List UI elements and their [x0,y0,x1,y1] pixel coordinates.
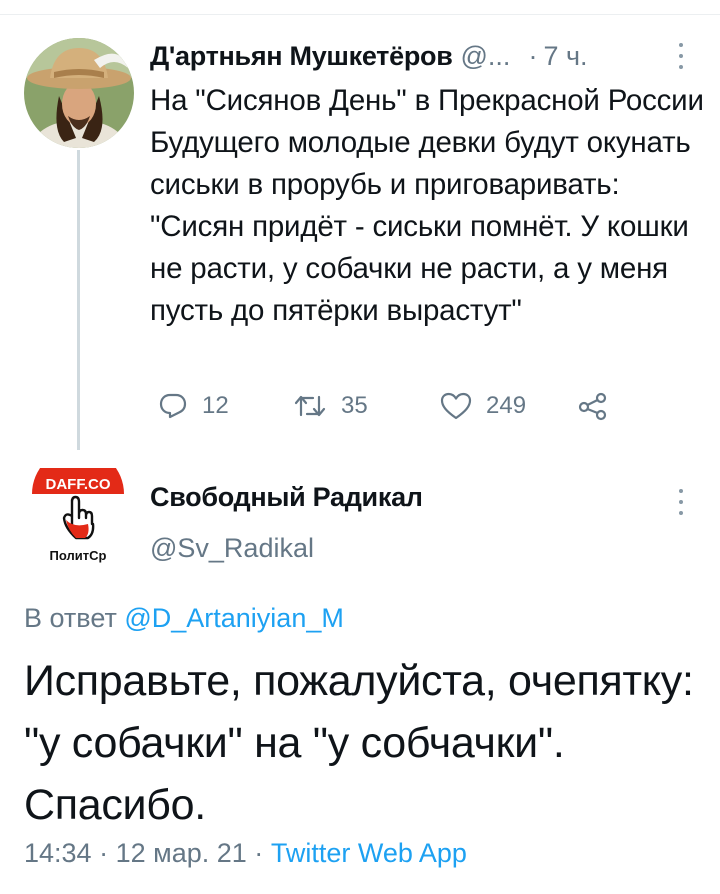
reply-button[interactable]: 12 [158,386,229,426]
retweet-count: 35 [341,392,368,419]
source-link[interactable]: Twitter Web App [271,838,467,868]
like-button[interactable]: 249 [440,386,526,426]
retweet-icon [294,395,326,417]
reply-count: 12 [202,392,229,419]
author-handle[interactable]: @... [461,41,511,72]
author-handle[interactable]: @Sv_Radikal [150,533,314,564]
tweet-time[interactable]: 7 ч. [543,41,587,72]
tweet-meta: 14:34 · 12 мар. 21 · Twitter Web App [24,838,467,869]
more-vertical-icon[interactable] [674,41,688,71]
author-name[interactable]: Свободный Радикал [150,482,423,513]
reply-icon [159,393,187,419]
tweet-header: Д'артньян Мушкетёров @... · 7 ч. [150,36,690,76]
author-name[interactable]: Д'артньян Мушкетёров [150,41,453,72]
time-separator: · [528,40,538,71]
avatar[interactable] [24,38,134,148]
share-button[interactable] [578,386,608,426]
avatar[interactable]: DAFF.CO ПолитСр [30,448,126,564]
more-vertical-icon[interactable] [674,487,688,517]
reply-mention-link[interactable]: @D_Artaniyian_M [124,603,344,633]
share-icon [578,392,607,421]
reply-context: В ответ @D_Artaniyian_M [24,603,344,634]
meta-separator: · [99,838,109,868]
tweet-actions: 12 35 249 [150,386,650,426]
logo-lettering-bottom: ПолитСр [50,548,107,563]
like-count: 249 [486,392,527,419]
thread-line [77,150,80,450]
tweet-text: На "Сисянов День" в Прекрасной России Бу… [150,84,704,327]
top-divider [0,14,720,15]
meta-separator: · [254,838,264,868]
tweet-date[interactable]: 12 мар. 21 [116,838,247,868]
tweet-text: Исправьте, пожалуйста, очепятку: "у соба… [24,657,694,829]
heart-icon [440,392,472,420]
reply-prefix: В ответ [24,603,117,633]
tweet-time[interactable]: 14:34 [24,838,92,868]
logo-lettering-top: DAFF.CO [46,476,111,493]
retweet-button[interactable]: 35 [293,386,368,426]
